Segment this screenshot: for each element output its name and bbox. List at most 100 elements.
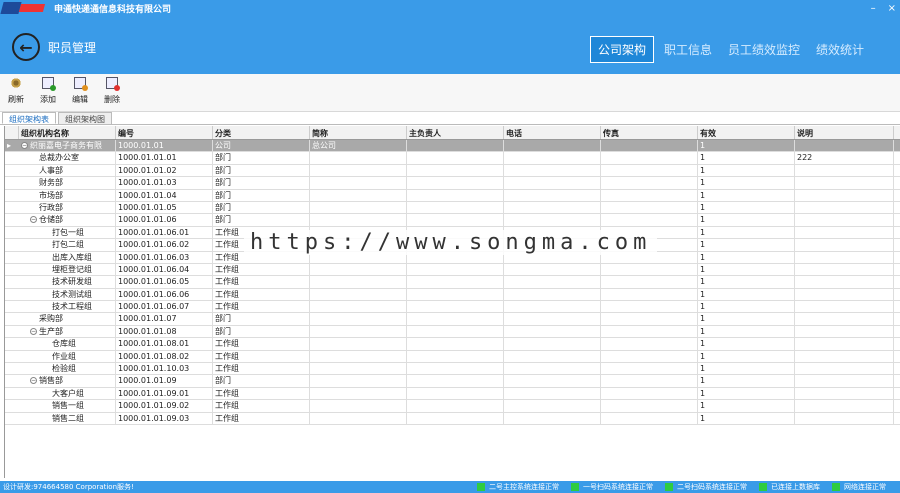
col-name[interactable]: 组织机构名称 [19, 126, 116, 139]
table-row[interactable]: 销售二组 1000.01.01.09.03 工作组 1 [5, 412, 900, 425]
cell [795, 226, 894, 239]
cell: 1 [698, 214, 795, 226]
grid-body: ▸ − 织丽嘉电子商务有限 1000.01.01 公司 总公司 1 总裁办公室 1000.01.… [5, 140, 900, 425]
col-valid[interactable]: 有效 [698, 126, 795, 139]
row-indicator [5, 227, 19, 238]
collapse-toggle-icon[interactable]: − [30, 216, 37, 224]
row-indicator [5, 264, 19, 275]
cell: 222 [795, 152, 894, 164]
col-manager[interactable]: 主负责人 [407, 126, 504, 139]
delete-button[interactable]: 删除 [96, 74, 128, 111]
edit-button[interactable]: 编辑 [64, 74, 96, 111]
table-row[interactable]: 技术工程组 1000.01.01.06.07 工作组 1 [5, 301, 900, 314]
cell [795, 164, 894, 177]
table-row[interactable]: − 仓储部 1000.01.01.06 部门 1 [5, 214, 900, 227]
cell [310, 263, 407, 276]
edit-document-icon [74, 77, 88, 91]
cell: 部门 [213, 375, 310, 387]
cell [504, 412, 601, 424]
cell [407, 363, 504, 375]
cell: 工作组 [213, 363, 310, 375]
table-row[interactable]: 大客户组 1000.01.01.09.01 工作组 1 [5, 387, 900, 401]
tab-company-structure[interactable]: 公司架构 [589, 36, 654, 63]
cell [407, 201, 504, 214]
collapse-toggle-icon[interactable]: − [30, 327, 37, 335]
cell: 部门 [213, 177, 310, 189]
table-row[interactable]: 行政部 1000.01.01.05 部门 1 [5, 201, 900, 215]
tab-employee-info[interactable]: 职工信息 [658, 36, 718, 63]
row-indicator [5, 351, 19, 362]
table-row[interactable]: 检验组 1000.01.01.10.03 工作组 1 [5, 363, 900, 376]
cell: 1000.01.01 [116, 140, 213, 152]
cell [601, 338, 698, 350]
close-button[interactable]: × [888, 3, 896, 14]
cell [795, 239, 894, 251]
cell: 1 [698, 164, 795, 177]
col-note[interactable]: 说明 [795, 126, 894, 139]
table-row[interactable]: 总裁办公室 1000.01.01.01 部门 1 222 [5, 152, 900, 165]
cell [407, 288, 504, 301]
col-short[interactable]: 简称 [310, 126, 407, 139]
cell [504, 375, 601, 387]
tab-org-table[interactable]: 组织架构表 [2, 112, 56, 124]
cell [310, 350, 407, 363]
row-indicator [5, 214, 19, 225]
minimize-button[interactable]: – [871, 3, 876, 14]
cell [407, 140, 504, 152]
table-row[interactable]: 技术测试组 1000.01.01.06.06 工作组 1 [5, 288, 900, 302]
add-document-icon [42, 77, 56, 91]
table-row[interactable]: 技术研发组 1000.01.01.06.05 工作组 1 [5, 276, 900, 289]
cell [795, 288, 894, 301]
table-row[interactable]: 人事部 1000.01.01.02 部门 1 [5, 164, 900, 178]
cell: 1000.01.01.08.01 [116, 338, 213, 350]
table-row[interactable]: − 生产部 1000.01.01.08 部门 1 [5, 325, 900, 339]
cell-name: 采购部 [19, 313, 116, 325]
collapse-toggle-icon[interactable]: − [21, 142, 28, 149]
back-button[interactable]: ← [12, 33, 40, 61]
cell [407, 164, 504, 177]
table-row[interactable]: 作业组 1000.01.01.08.02 工作组 1 [5, 350, 900, 364]
cell [601, 152, 698, 164]
add-button[interactable]: 添加 [32, 74, 64, 111]
status-ok-icon [759, 483, 767, 491]
cell [795, 325, 894, 338]
cell [310, 338, 407, 350]
table-row[interactable]: 采购部 1000.01.01.07 部门 1 [5, 313, 900, 326]
cell [795, 301, 894, 313]
cell: 1000.01.01.02 [116, 164, 213, 177]
cell [601, 214, 698, 226]
cell [504, 325, 601, 338]
title-bar: 申通快递通信息科技有限公司 – × [0, 0, 900, 16]
col-phone[interactable]: 电话 [504, 126, 601, 139]
col-type[interactable]: 分类 [213, 126, 310, 139]
cell: 1000.01.01.09.01 [116, 387, 213, 400]
cell [795, 338, 894, 350]
tab-performance-monitor[interactable]: 员工绩效监控 [722, 36, 806, 63]
tab-performance-stats[interactable]: 绩效统计 [810, 36, 870, 63]
cell [504, 338, 601, 350]
table-row[interactable]: 销售一组 1000.01.01.09.02 工作组 1 [5, 400, 900, 413]
cell: 1 [698, 152, 795, 164]
row-indicator [5, 289, 19, 300]
cell [504, 313, 601, 325]
col-code[interactable]: 编号 [116, 126, 213, 139]
cell-name: − 销售部 [19, 375, 116, 387]
cell [504, 177, 601, 189]
tab-org-chart[interactable]: 组织架构图 [58, 112, 112, 124]
cell [601, 301, 698, 313]
cell [795, 375, 894, 387]
cell-name: 总裁办公室 [19, 152, 116, 164]
table-row[interactable]: ▸ − 织丽嘉电子商务有限 1000.01.01 公司 总公司 1 [5, 140, 900, 153]
collapse-toggle-icon[interactable]: − [30, 377, 37, 385]
cell-name: 人事部 [19, 164, 116, 177]
table-row[interactable]: 埋柜登记组 1000.01.01.06.04 工作组 1 [5, 263, 900, 277]
col-fax[interactable]: 传真 [601, 126, 698, 139]
refresh-button[interactable]: 刷新 [0, 74, 32, 111]
cell [407, 387, 504, 400]
table-row[interactable]: 市场部 1000.01.01.04 部门 1 [5, 189, 900, 202]
main-nav: 公司架构 职工信息 员工绩效监控 绩效统计 [589, 36, 870, 63]
table-row[interactable]: 仓库组 1000.01.01.08.01 工作组 1 [5, 338, 900, 351]
status-indicator: 网络连接正常 [832, 482, 886, 492]
table-row[interactable]: 财务部 1000.01.01.03 部门 1 [5, 177, 900, 190]
table-row[interactable]: − 销售部 1000.01.01.09 部门 1 [5, 375, 900, 388]
